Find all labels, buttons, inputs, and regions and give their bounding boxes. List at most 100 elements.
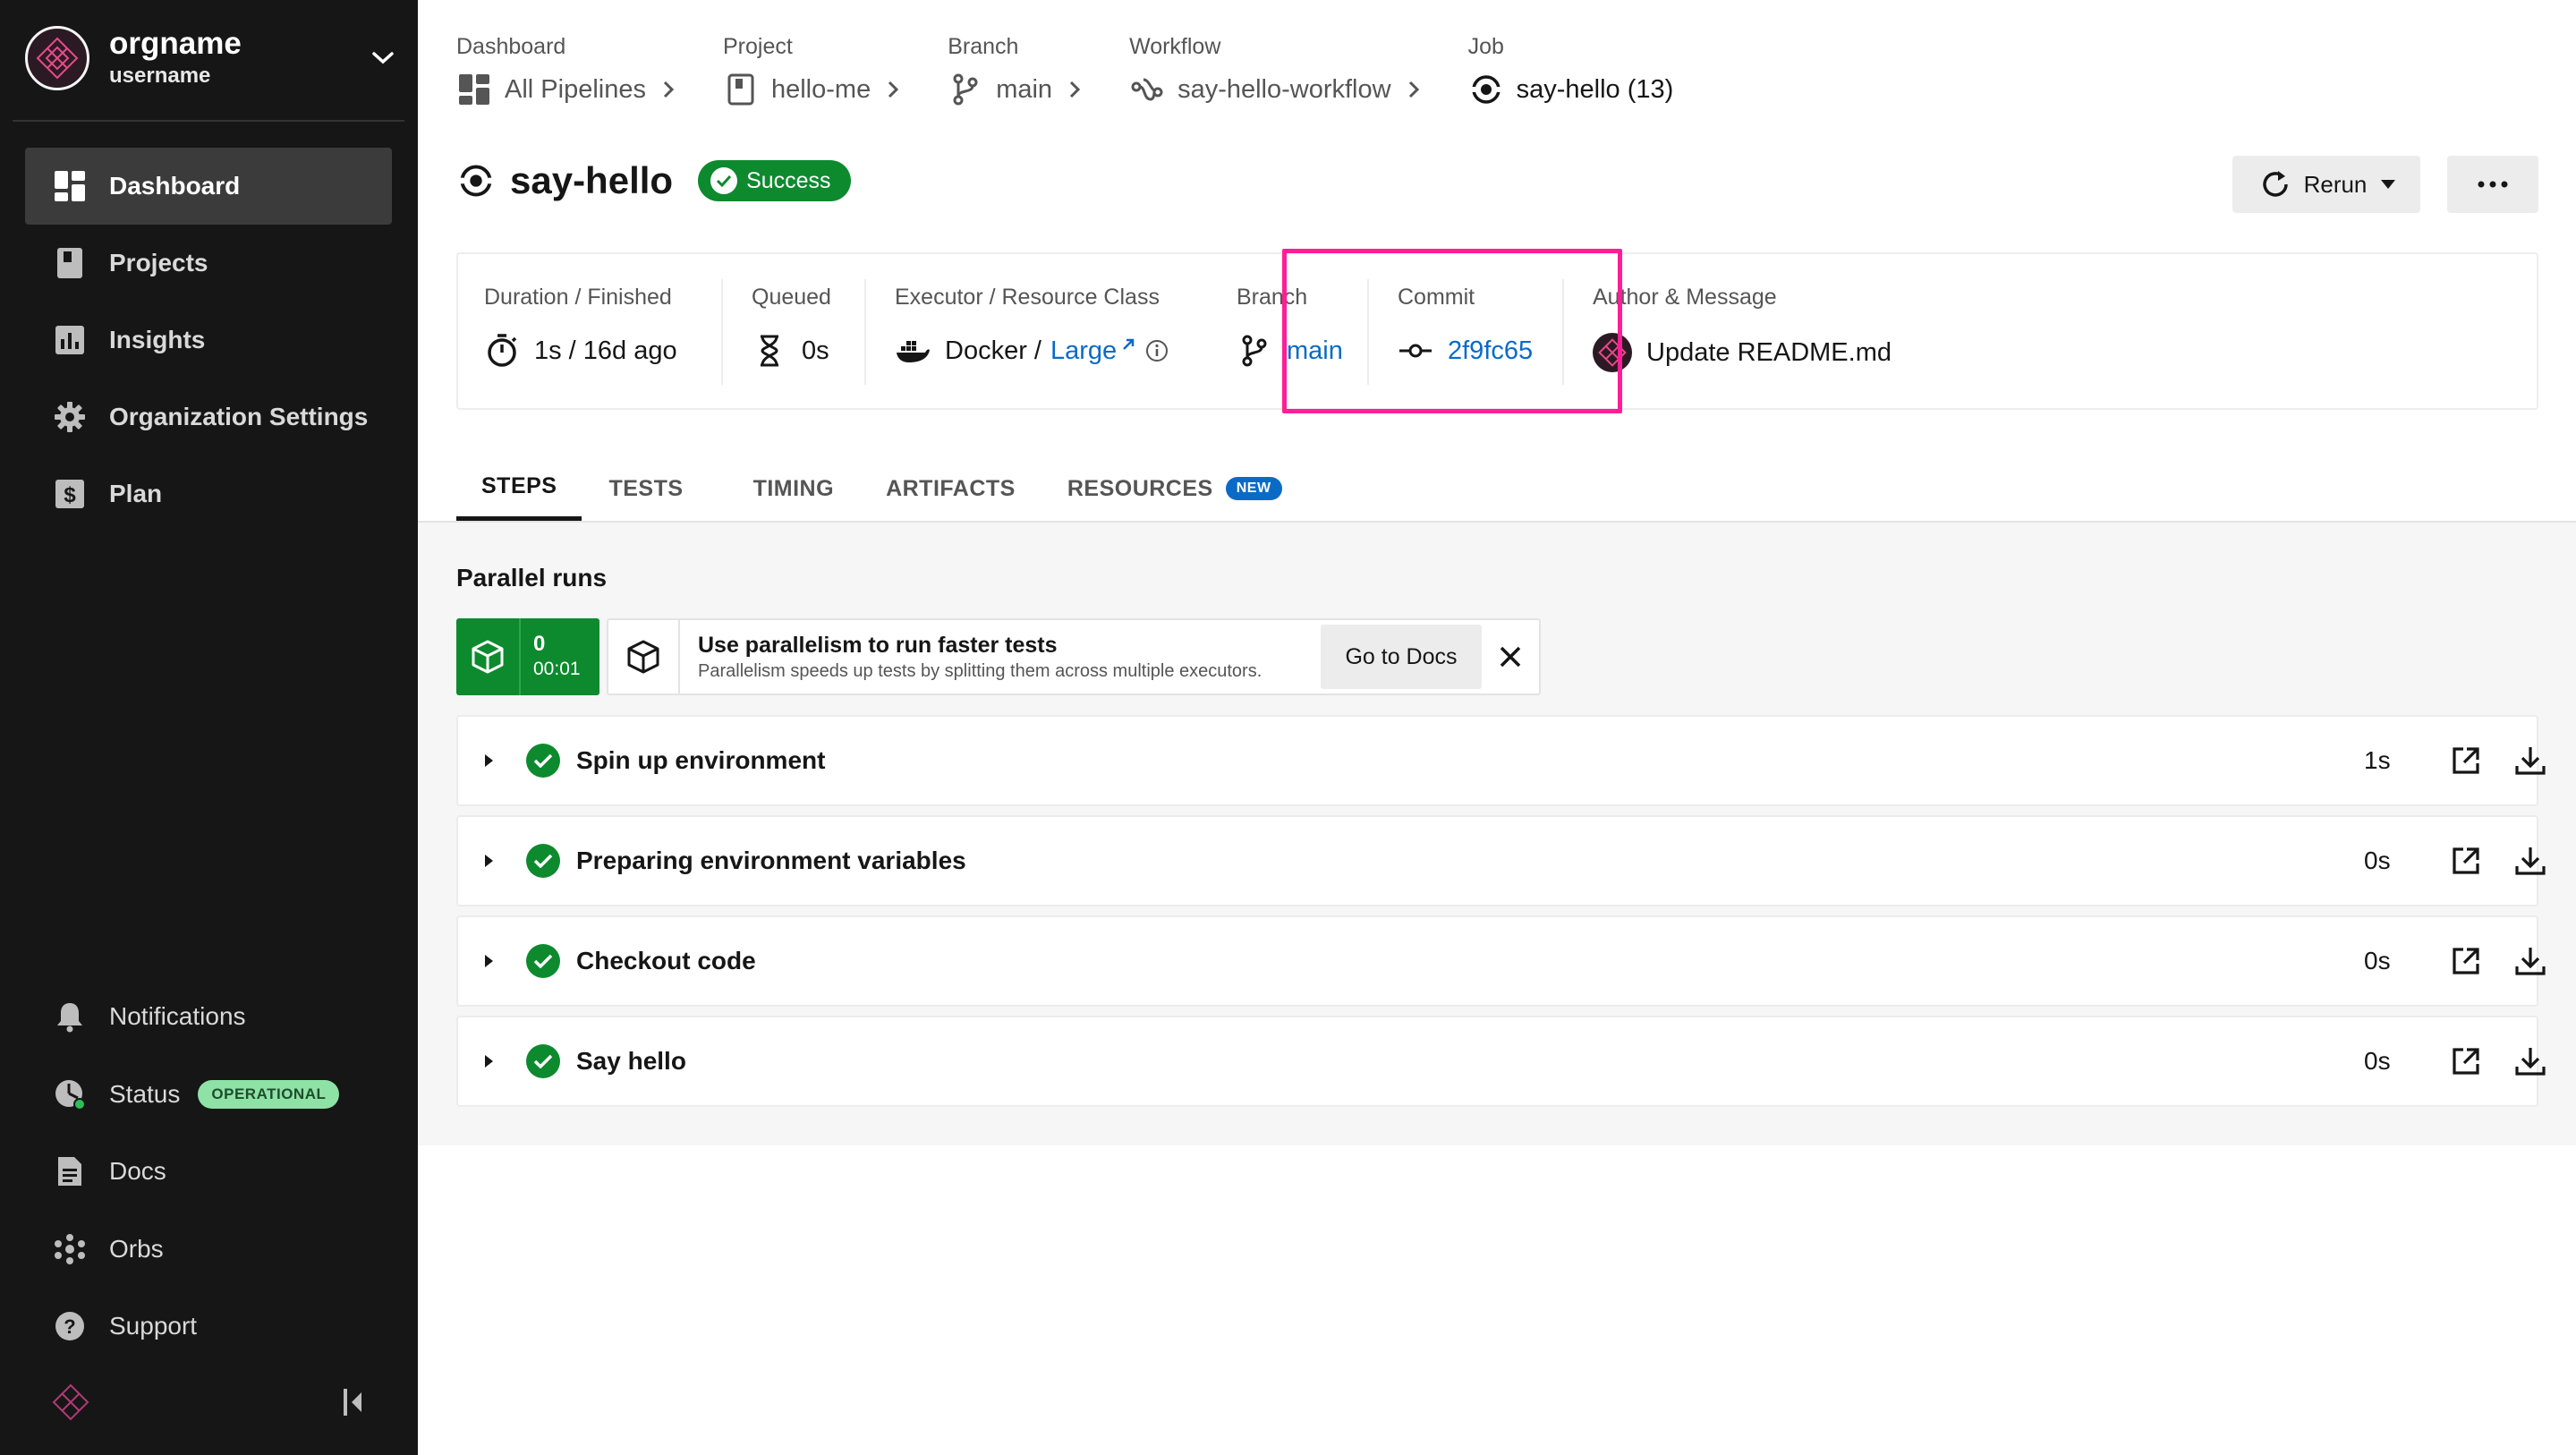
- breadcrumb-value[interactable]: All Pipelines: [505, 75, 646, 105]
- tab-artifacts[interactable]: ARTIFACTS: [861, 456, 1041, 521]
- breadcrumb-branch[interactable]: Branch main: [948, 30, 1090, 107]
- new-badge: NEW: [1225, 477, 1282, 500]
- tab-tests[interactable]: TESTS: [583, 456, 708, 521]
- close-icon[interactable]: [1482, 625, 1539, 689]
- open-external-icon[interactable]: [2448, 743, 2484, 779]
- parallel-run-time: 00:01: [533, 659, 581, 679]
- sidebar-item-plan[interactable]: $ Plan: [25, 455, 392, 532]
- sidebar-item-projects[interactable]: Projects: [25, 225, 392, 302]
- meta-author: Author & Message Update README.md: [1564, 254, 2459, 412]
- breadcrumb-label: Dashboard: [456, 34, 566, 59]
- collapse-sidebar-icon[interactable]: [342, 1387, 365, 1422]
- job-tabs: STEPS TESTS TIMING ARTIFACTS RESOURCES N…: [456, 456, 1309, 521]
- sidebar-item-label: Orbs: [109, 1234, 164, 1263]
- step-row[interactable]: Preparing environment variables 0s: [456, 815, 2546, 906]
- sidebar-item-organization-settings[interactable]: Organization Settings: [25, 379, 392, 455]
- breadcrumb-workflow[interactable]: Workflow say-hello-workflow: [1129, 30, 1429, 107]
- breadcrumb-job: Job say-hello (13): [1467, 30, 1674, 107]
- tab-label: RESOURCES: [1067, 475, 1213, 501]
- step-duration: 0s: [2364, 947, 2391, 974]
- tab-steps[interactable]: STEPS: [456, 456, 582, 521]
- status-badge: Success: [698, 160, 851, 201]
- open-external-icon[interactable]: [2448, 943, 2484, 979]
- breadcrumb-project[interactable]: Project hello-me: [723, 30, 908, 107]
- breadcrumb-label: Project: [722, 34, 793, 59]
- org-switcher[interactable]: orgname username: [25, 25, 401, 91]
- more-actions-button[interactable]: [2447, 156, 2538, 213]
- meta-executor: Executor / Resource Class Docker / Large: [866, 254, 1206, 412]
- rerun-icon: [2257, 166, 2293, 202]
- org-name: orgname: [109, 26, 242, 61]
- bell-icon: [52, 999, 88, 1034]
- container-icon: [456, 618, 521, 695]
- check-circle-icon: [526, 944, 560, 978]
- sidebar-item-dashboard[interactable]: Dashboard: [25, 148, 392, 225]
- sidebar-item-notifications[interactable]: Notifications: [25, 978, 392, 1056]
- tip-title: Use parallelism to run faster tests: [698, 633, 1058, 658]
- caret-right-icon[interactable]: [483, 954, 526, 968]
- executor-type: Docker /: [945, 336, 1041, 365]
- svg-text:$: $: [64, 483, 76, 507]
- download-icon[interactable]: [2512, 943, 2548, 979]
- breadcrumb-value: say-hello (13): [1516, 74, 1674, 104]
- breadcrumb-value[interactable]: hello-me: [771, 75, 871, 105]
- sidebar-item-label: Projects: [109, 249, 208, 277]
- step-name: Say hello: [576, 1047, 686, 1075]
- open-external-icon[interactable]: [2448, 1043, 2484, 1079]
- breadcrumb-value[interactable]: say-hello-workflow: [1177, 75, 1391, 105]
- workflow-icon: [1129, 72, 1165, 107]
- meta-label: Executor / Resource Class: [895, 285, 1160, 310]
- sidebar-item-label: Docs: [109, 1157, 166, 1186]
- sidebar-item-docs[interactable]: Docs: [25, 1133, 392, 1211]
- step-row[interactable]: Checkout code 0s: [456, 915, 2546, 1007]
- dollar-icon: $: [52, 476, 88, 512]
- job-icon: [456, 161, 496, 200]
- check-circle-icon: [526, 744, 560, 778]
- step-row[interactable]: Say hello 0s: [456, 1016, 2546, 1107]
- breadcrumb-label: Workflow: [1129, 34, 1221, 59]
- breadcrumb-dashboard[interactable]: Dashboard All Pipelines: [456, 30, 684, 107]
- info-icon[interactable]: [1145, 339, 1169, 362]
- caret-right-icon[interactable]: [483, 1054, 526, 1068]
- gear-icon: [52, 399, 88, 435]
- tab-timing[interactable]: TIMING: [710, 456, 860, 521]
- ellipsis-icon: [2478, 181, 2508, 188]
- breadcrumb-value[interactable]: main: [996, 75, 1052, 105]
- meta-queued: Queued 0s: [723, 254, 866, 412]
- step-duration: 0s: [2364, 847, 2391, 874]
- check-icon: [710, 167, 738, 194]
- download-icon[interactable]: [2512, 1043, 2548, 1079]
- parallel-run-0[interactable]: 0 00:01: [456, 618, 599, 695]
- caret-down-icon: [2381, 180, 2396, 189]
- rerun-button[interactable]: Rerun: [2232, 156, 2420, 213]
- open-external-icon[interactable]: [2448, 843, 2484, 879]
- tab-resources[interactable]: RESOURCES NEW: [1042, 456, 1307, 521]
- sidebar: orgname username Dashboard Projects Insi…: [0, 0, 418, 1455]
- caret-right-icon[interactable]: [483, 854, 526, 868]
- resource-class-link[interactable]: Large: [1050, 336, 1117, 366]
- executor-highlight-box: [1282, 249, 1622, 413]
- download-icon[interactable]: [2512, 843, 2548, 879]
- caret-right-icon[interactable]: [483, 753, 526, 768]
- sidebar-item-label: Status: [109, 1079, 181, 1108]
- branch-icon: [1237, 333, 1272, 369]
- sidebar-item-insights[interactable]: Insights: [25, 302, 392, 379]
- step-name: Preparing environment variables: [576, 847, 966, 874]
- status-badge: OPERATIONAL: [198, 1079, 340, 1109]
- download-icon[interactable]: [2512, 743, 2548, 779]
- sidebar-item-label: Notifications: [109, 1002, 246, 1031]
- insights-icon: [52, 322, 88, 358]
- sidebar-item-support[interactable]: ? Support: [25, 1288, 392, 1366]
- go-to-docs-button[interactable]: Go to Docs: [1321, 625, 1482, 689]
- step-row[interactable]: Spin up environment 1s: [456, 715, 2546, 806]
- breadcrumb-label: Job: [1467, 34, 1504, 59]
- external-link-icon[interactable]: [1120, 336, 1136, 353]
- sidebar-item-orbs[interactable]: Orbs: [25, 1211, 392, 1289]
- chevron-down-icon[interactable]: [365, 40, 401, 76]
- step-duration: 0s: [2364, 1047, 2391, 1075]
- sidebar-item-status[interactable]: Status OPERATIONAL: [25, 1056, 392, 1134]
- stopwatch-icon: [484, 333, 520, 369]
- parallel-run-index: 0: [533, 632, 546, 656]
- chevron-right-icon: [887, 79, 908, 100]
- step-name: Checkout code: [576, 947, 756, 974]
